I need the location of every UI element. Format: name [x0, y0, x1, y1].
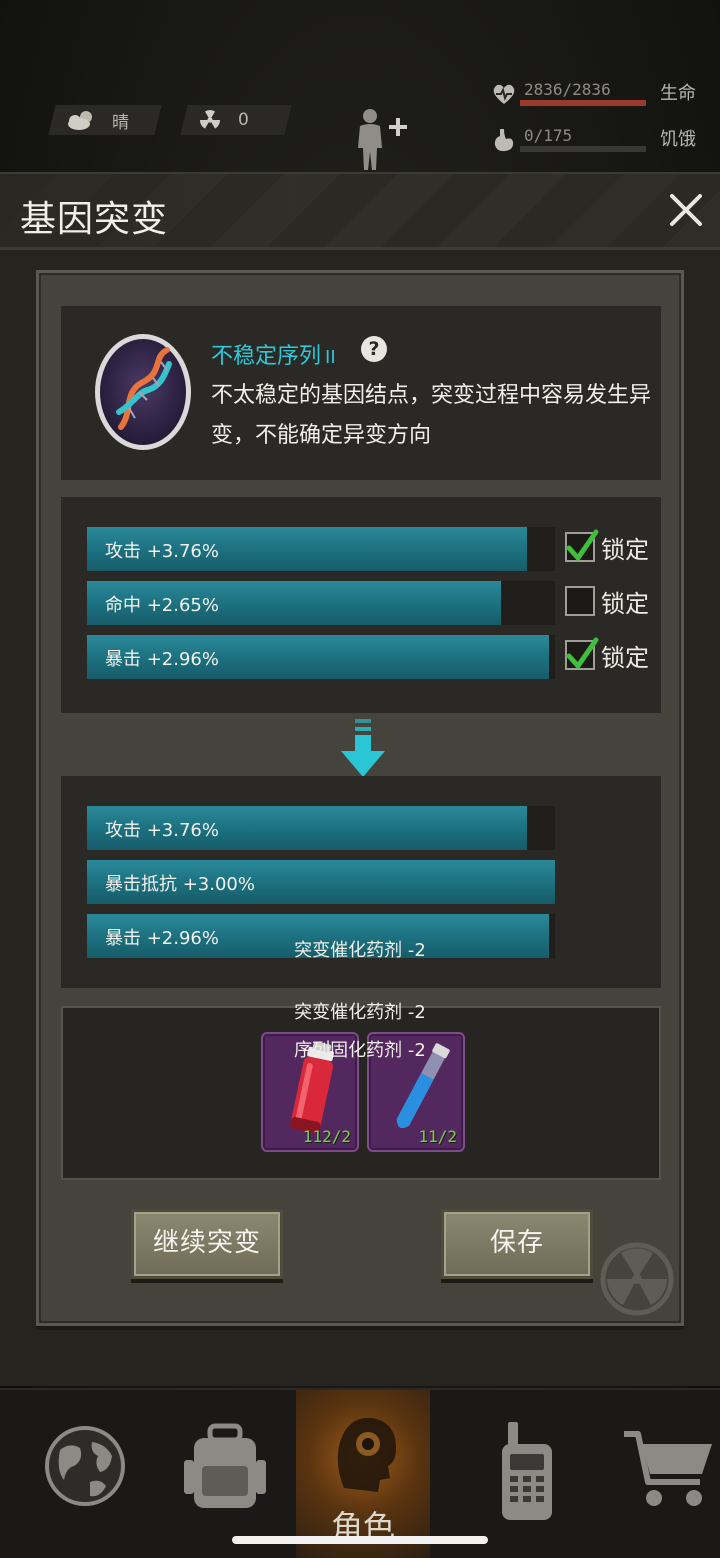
- attribute-label: 命中 +2.65%: [105, 595, 219, 616]
- cloud-sun-icon: [68, 111, 92, 130]
- hp-bar-fill: [520, 100, 646, 106]
- gene-name: 不稳定序列 II: [211, 344, 336, 369]
- item-count: 112/2: [302, 1127, 351, 1146]
- character-head-icon: [337, 1417, 396, 1492]
- weather-chip: 晴: [48, 105, 162, 135]
- status-bar: 晴 0 2836/2836 生命 0/175 饥饿: [0, 60, 720, 170]
- attribute-label: 暴击 +2.96%: [105, 649, 219, 670]
- dialog-title: 基因突变: [20, 199, 169, 240]
- attribute-label: 攻击 +3.76%: [105, 541, 219, 562]
- continue-mutation-button[interactable]: 继续突变: [131, 1209, 283, 1279]
- radiation-value: 0: [238, 110, 249, 130]
- item-count: 11/2: [418, 1127, 457, 1146]
- lock-label: 锁定: [601, 643, 649, 672]
- gene-mutation-dialog: 基因突变 不稳定序列 II ? 不太稳定的基因结点，突变过程中容易发生异变，不能…: [0, 172, 720, 1386]
- nav-backpack[interactable]: [160, 1390, 280, 1558]
- lock-checkbox[interactable]: 锁定: [565, 633, 655, 677]
- gene-level: II: [325, 347, 336, 368]
- backpack-icon: [184, 1423, 266, 1508]
- checkmark-icon: [566, 529, 599, 561]
- dna-icon: [95, 334, 191, 450]
- checkmark-icon: [566, 637, 599, 669]
- attribute-label: 攻击 +3.76%: [105, 820, 219, 841]
- checkbox-unchecked[interactable]: [565, 586, 595, 616]
- character-add-icon[interactable]: [348, 102, 418, 172]
- attribute-bar: 命中 +2.65%: [87, 581, 555, 625]
- floating-text: 突变催化药剂 -2: [294, 1002, 426, 1023]
- item-slots-section: 112/2 11/2: [61, 1006, 661, 1180]
- nav-shop[interactable]: [600, 1390, 720, 1558]
- gene-info-section: 不稳定序列 II ? 不太稳定的基因结点，突变过程中容易发生异变，不能确定异变方向: [61, 306, 661, 480]
- bottom-nav: 角色: [0, 1388, 720, 1558]
- stomach-icon: [494, 129, 514, 152]
- hunger-bar: [520, 146, 646, 152]
- current-attributes-section: 攻击 +3.76% 锁定 命中 +2.65% 锁定 暴击 +2.96% 锁定: [61, 497, 661, 713]
- checkbox-checked[interactable]: [565, 637, 599, 670]
- mutation-panel: 不稳定序列 II ? 不太稳定的基因结点，突变过程中容易发生异变，不能确定异变方向…: [36, 270, 684, 1326]
- attribute-bar: 攻击 +3.76%: [87, 527, 555, 571]
- lock-label: 锁定: [601, 589, 649, 618]
- cart-icon: [624, 1431, 712, 1506]
- radiation-watermark-icon: [600, 1242, 674, 1316]
- attribute-label: 暴击抵抗 +3.00%: [105, 874, 255, 895]
- attribute-bar: 暴击 +2.96%: [87, 635, 555, 679]
- checkbox-checked[interactable]: [565, 529, 599, 562]
- weather-text: 晴: [112, 112, 129, 133]
- hunger-stat: 0/175 饥饿: [486, 124, 700, 156]
- attribute-bar: 攻击 +3.76%: [87, 806, 555, 850]
- floating-text: 突变催化药剂 -2: [294, 940, 426, 961]
- home-indicator: [232, 1536, 488, 1544]
- close-icon[interactable]: [666, 190, 706, 230]
- gene-description: 不太稳定的基因结点，突变过程中容易发生异变，不能确定异变方向: [211, 383, 652, 448]
- hunger-label: 饥饿: [660, 129, 696, 150]
- attribute-bar: 暴击抵抗 +3.00%: [87, 860, 555, 904]
- dialog-header: 基因突变: [0, 174, 720, 250]
- hunger-value: 0/175: [524, 126, 573, 145]
- radio-icon: [502, 1422, 552, 1520]
- nav-radio[interactable]: [460, 1390, 580, 1558]
- lock-checkbox[interactable]: 锁定: [565, 525, 655, 569]
- hp-bar: [520, 100, 646, 106]
- nav-character[interactable]: 角色: [296, 1390, 430, 1558]
- hp-stat: 2836/2836 生命: [486, 78, 700, 110]
- arrow-down-icon: [341, 719, 385, 777]
- lock-label: 锁定: [601, 535, 649, 564]
- help-icon[interactable]: ?: [361, 336, 387, 362]
- globe-icon: [45, 1426, 125, 1506]
- nav-world[interactable]: [20, 1390, 140, 1558]
- floating-text: 序列固化药剂 -2: [294, 1040, 426, 1061]
- lock-checkbox[interactable]: 锁定: [565, 579, 655, 623]
- hp-value: 2836/2836: [524, 80, 611, 99]
- hp-label: 生命: [660, 83, 696, 104]
- heart-icon: [493, 84, 515, 104]
- game-screen: { "status": { "weather": "晴", "radiation…: [0, 0, 720, 1558]
- radiation-chip: 0: [180, 105, 292, 135]
- radiation-icon: [200, 110, 220, 129]
